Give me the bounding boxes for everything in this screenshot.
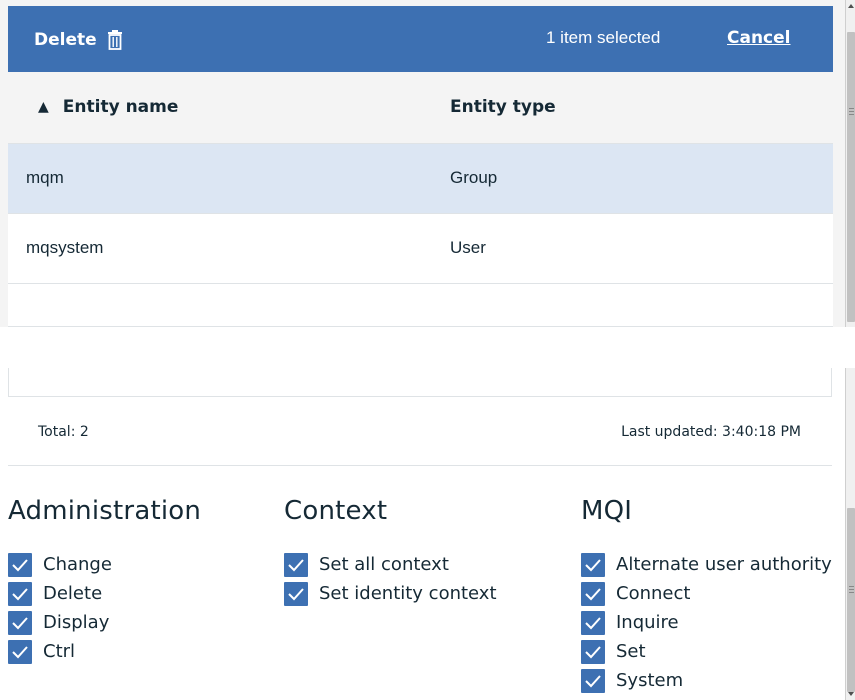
checkbox-checked[interactable]	[581, 668, 605, 693]
checkbox-checked[interactable]	[8, 610, 32, 635]
scrollbar-thumb[interactable]	[847, 32, 855, 322]
checkbox-label: Inquire	[616, 612, 679, 633]
permissions-mqi: MQI Alternate user authority Connect Inqui…	[581, 496, 832, 695]
checkmark-icon	[12, 558, 28, 571]
checkbox-checked[interactable]	[8, 581, 32, 606]
section-title: Administration	[8, 496, 202, 526]
scroll-down-icon[interactable]	[848, 692, 854, 696]
checkbox-checked[interactable]	[581, 610, 605, 635]
empty-table-area	[8, 368, 832, 396]
checkbox-label: Connect	[616, 583, 691, 604]
trash-icon	[107, 30, 123, 50]
checkbox-label: Alternate user authority	[616, 554, 832, 575]
checkbox-checked[interactable]	[581, 552, 605, 577]
checkbox-item[interactable]: Display	[8, 608, 201, 637]
empty-table-area	[8, 284, 833, 327]
table-header: ▲ Entity name Entity type	[8, 72, 833, 144]
table-row[interactable]: mqm Group	[8, 144, 833, 214]
checkbox-label: Ctrl	[43, 641, 76, 662]
checkmark-icon	[12, 645, 28, 658]
checkmark-icon	[12, 616, 28, 629]
checkbox-checked[interactable]	[8, 639, 32, 664]
checkbox-list: Set all context Set identity context	[284, 550, 497, 608]
checkbox-item[interactable]: Set all context	[284, 550, 497, 579]
checkbox-list: Change Delete Display Ctrl	[8, 550, 201, 666]
cell-entity-type: User	[450, 238, 486, 257]
checkbox-item[interactable]: Set identity context	[284, 579, 497, 608]
checkbox-checked[interactable]	[581, 639, 605, 664]
column-label: Entity type	[450, 97, 556, 117]
table-footer: Total: 2 Last updated: 3:40:18 PM	[8, 396, 832, 466]
checkmark-icon	[585, 616, 601, 629]
lower-panel: Total: 2 Last updated: 3:40:18 PM Admini…	[0, 368, 855, 700]
checkbox-item[interactable]: Ctrl	[8, 637, 201, 666]
section-title: MQI	[581, 496, 633, 526]
scroll-up-icon[interactable]	[848, 4, 854, 8]
cell-entity-name: mqsystem	[26, 238, 104, 257]
table-panel: Delete 1 item selected Cancel ▲ Entity n…	[0, 0, 855, 327]
permissions-administration: Administration Change Delete Display Ctrl	[8, 496, 201, 666]
checkbox-label: Set identity context	[319, 583, 497, 604]
scrollbar-thumb[interactable]	[847, 508, 855, 692]
checkbox-checked[interactable]	[581, 581, 605, 606]
checkbox-checked[interactable]	[8, 552, 32, 577]
checkmark-icon	[585, 645, 601, 658]
checkmark-icon	[288, 587, 304, 600]
cancel-button[interactable]: Cancel	[727, 28, 790, 48]
checkbox-checked[interactable]	[284, 581, 308, 606]
checkbox-label: Delete	[43, 583, 103, 604]
checkbox-label: Display	[43, 612, 110, 633]
checkbox-label: Set all context	[319, 554, 449, 575]
checkbox-list: Alternate user authority Connect Inquire Se…	[581, 550, 832, 695]
checkbox-label: Change	[43, 554, 112, 575]
checkbox-item[interactable]: Set	[581, 637, 832, 666]
sort-ascending-icon: ▲	[38, 99, 49, 115]
checkbox-label: System	[616, 670, 684, 691]
checkmark-icon	[12, 587, 28, 600]
cell-entity-name: mqm	[26, 168, 64, 187]
screen: Delete 1 item selected Cancel ▲ Entity n…	[0, 0, 855, 700]
section-title: Context	[284, 496, 388, 526]
permissions-context: Context Set all context Set identity cont…	[284, 496, 497, 608]
checkmark-icon	[585, 674, 601, 687]
checkbox-checked[interactable]	[284, 552, 308, 577]
checkbox-item[interactable]: Delete	[8, 579, 201, 608]
checkmark-icon	[585, 587, 601, 600]
last-updated: Last updated: 3:40:18 PM	[621, 424, 801, 440]
cell-entity-type: Group	[450, 168, 498, 187]
checkmark-icon	[585, 558, 601, 571]
selection-count: 1 item selected	[546, 28, 661, 47]
checkbox-item[interactable]: Inquire	[581, 608, 832, 637]
checkmark-icon	[288, 558, 304, 571]
scrollbar[interactable]	[845, 0, 855, 327]
total-count: Total: 2	[38, 424, 89, 440]
table-row[interactable]: mqsystem User	[8, 214, 833, 284]
scrollbar[interactable]	[845, 368, 855, 700]
checkbox-item[interactable]: Alternate user authority	[581, 550, 832, 579]
delete-label: Delete	[34, 30, 97, 50]
checkbox-item[interactable]: Change	[8, 550, 201, 579]
checkbox-item[interactable]: System	[581, 666, 832, 695]
column-header-entity-type[interactable]: Entity type	[450, 97, 556, 117]
checkbox-label: Set	[616, 641, 646, 662]
batch-action-toolbar: Delete 1 item selected Cancel	[8, 6, 833, 72]
delete-button[interactable]: Delete	[34, 28, 123, 52]
checkbox-item[interactable]: Connect	[581, 579, 832, 608]
column-label: Entity name	[62, 97, 179, 117]
column-header-entity-name[interactable]: ▲ Entity name	[38, 97, 178, 117]
